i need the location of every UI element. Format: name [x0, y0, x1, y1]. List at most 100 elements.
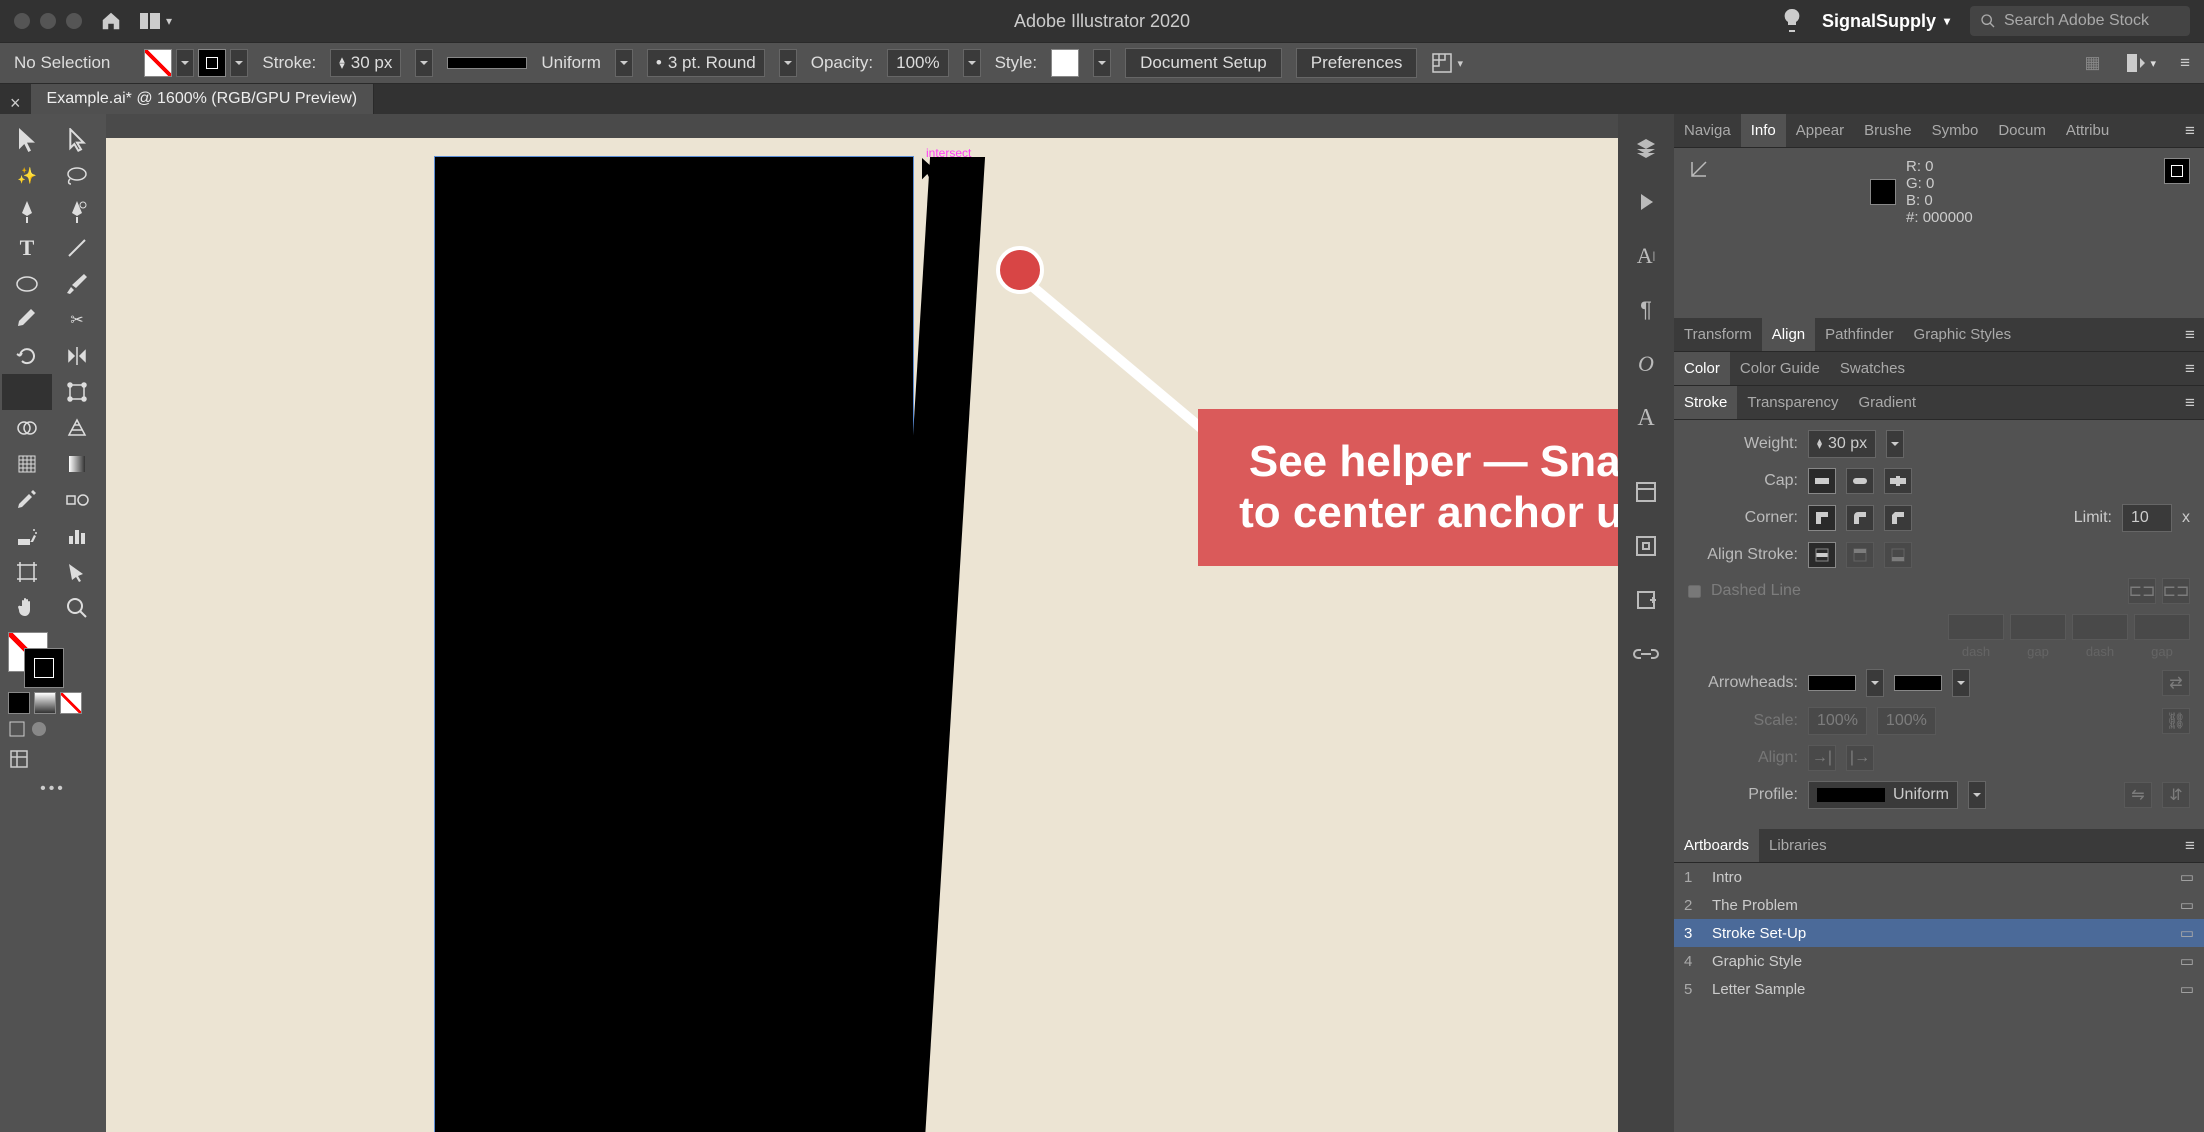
align-stroke-outside-icon[interactable] — [1884, 542, 1912, 568]
character-panel-icon[interactable]: A| — [1630, 240, 1662, 272]
arrange-documents-button[interactable]: ▾ — [140, 13, 172, 29]
stroke-color-dropdown[interactable] — [230, 49, 248, 77]
artboard-options-icon[interactable]: ▭ — [2180, 868, 2194, 886]
stroke-swatch[interactable] — [198, 49, 226, 77]
panel-menu-icon[interactable]: ≡ — [2176, 352, 2204, 385]
panel-tab-attribu[interactable]: Attribu — [2056, 114, 2119, 147]
gap-2-field[interactable] — [2134, 614, 2190, 640]
close-tab-button[interactable]: × — [0, 93, 31, 114]
arrow-start-preview[interactable] — [1808, 675, 1856, 691]
none-mode-icon[interactable] — [60, 692, 82, 714]
stroke-weight-input[interactable]: ▴▾ 30 px — [330, 49, 401, 77]
direct-selection-tool[interactable] — [52, 122, 102, 158]
arrow-align-2-icon[interactable]: |→ — [1846, 745, 1874, 771]
panel-tab-symbo[interactable]: Symbo — [1922, 114, 1989, 147]
slice-tool[interactable] — [52, 554, 102, 590]
align-stroke-inside-icon[interactable] — [1846, 542, 1874, 568]
stock-search-input[interactable]: Search Adobe Stock — [1970, 6, 2190, 36]
close-window-icon[interactable] — [14, 13, 30, 29]
gradient-tool[interactable] — [52, 446, 102, 482]
miter-limit-field[interactable]: 10 — [2122, 504, 2172, 532]
home-icon[interactable] — [100, 10, 122, 32]
fill-swatch[interactable] — [144, 49, 172, 77]
align-to-selector[interactable]: ▾ — [1431, 52, 1463, 74]
paragraph-panel-icon[interactable]: ¶ — [1630, 294, 1662, 326]
stroke-profile-preview[interactable] — [447, 57, 527, 69]
document-setup-button[interactable]: Document Setup — [1125, 48, 1282, 78]
pen-tool[interactable] — [2, 194, 52, 230]
dash-1-field[interactable] — [1948, 614, 2004, 640]
artboard-nav[interactable]: ▾ — [2125, 52, 2157, 74]
type-tool[interactable]: T — [2, 230, 52, 266]
user-menu[interactable]: SignalSupply ▾ — [1822, 11, 1950, 32]
panel-tab-color[interactable]: Color — [1674, 352, 1730, 385]
link-scale-icon[interactable]: ⛓ — [2162, 708, 2190, 734]
artboard-tool[interactable] — [2, 554, 52, 590]
rotate-tool[interactable] — [2, 338, 52, 374]
graphic-style-dropdown[interactable] — [1093, 49, 1111, 77]
panel-menu-icon[interactable]: ≡ — [2176, 318, 2204, 351]
color-mode-icon[interactable] — [8, 692, 30, 714]
panel-tab-pathfinder[interactable]: Pathfinder — [1815, 318, 1903, 351]
links-panel-icon[interactable] — [1630, 638, 1662, 670]
canvas-area[interactable]: intersect See helper — Snap point to cen… — [106, 114, 1618, 1132]
blend-tool[interactable] — [52, 482, 102, 518]
column-graph-tool[interactable] — [52, 518, 102, 554]
align-stroke-center-icon[interactable] — [1808, 542, 1836, 568]
graphic-style-swatch[interactable] — [1051, 49, 1079, 77]
arrow-start-dd[interactable] — [1866, 669, 1884, 697]
magic-wand-tool[interactable]: ✨ — [2, 158, 52, 194]
pencil-tool[interactable] — [2, 302, 52, 338]
pixel-preview-icon[interactable]: ▦ — [2084, 53, 2100, 73]
opentype-panel-icon[interactable]: O — [1630, 348, 1662, 380]
learn-icon[interactable] — [1782, 8, 1802, 34]
css-panel-icon[interactable] — [1630, 476, 1662, 508]
artboard-row[interactable]: 1Intro▭ — [1674, 863, 2204, 891]
stroke-weight-field[interactable]: ▴▾30 px — [1808, 430, 1876, 458]
cap-round-icon[interactable] — [1846, 468, 1874, 494]
perspective-tool[interactable] — [52, 410, 102, 446]
panel-tab-artboards[interactable]: Artboards — [1674, 829, 1759, 862]
cap-projecting-icon[interactable] — [1884, 468, 1912, 494]
swap-arrows-icon[interactable]: ⇄ — [2162, 670, 2190, 696]
fill-dropdown[interactable] — [176, 49, 194, 77]
arrow-end-preview[interactable] — [1894, 675, 1942, 691]
profile-selector[interactable]: Uniform — [1808, 781, 1958, 809]
width-tool[interactable] — [2, 374, 52, 410]
shape-builder-tool[interactable] — [2, 410, 52, 446]
zoom-tool[interactable] — [52, 590, 102, 626]
panel-tab-stroke[interactable]: Stroke — [1674, 386, 1737, 419]
paintbrush-tool[interactable] — [52, 266, 102, 302]
dash-align-2-icon[interactable]: ⊏⊐ — [2162, 578, 2190, 604]
panel-tab-naviga[interactable]: Naviga — [1674, 114, 1741, 147]
panel-menu-icon[interactable]: ≡ — [2176, 386, 2204, 419]
stroke-color[interactable] — [24, 648, 64, 688]
artboard-options-icon[interactable]: ▭ — [2180, 924, 2194, 942]
layers-panel-icon[interactable] — [1630, 132, 1662, 164]
asset-export-panel-icon[interactable] — [1630, 530, 1662, 562]
lasso-tool[interactable] — [52, 158, 102, 194]
gap-1-field[interactable] — [2010, 614, 2066, 640]
panel-tab-transform[interactable]: Transform — [1674, 318, 1762, 351]
corner-miter-icon[interactable] — [1808, 505, 1836, 531]
window-controls[interactable] — [14, 13, 82, 29]
curvature-tool[interactable] — [52, 194, 102, 230]
screen-mode-normal-icon[interactable] — [8, 720, 26, 738]
panel-tab-docum[interactable]: Docum — [1988, 114, 2056, 147]
opacity-input[interactable]: 100% — [887, 49, 948, 77]
flip-across-icon[interactable]: ⇵ — [2162, 782, 2190, 808]
dash-align-1-icon[interactable]: ⊏⊐ — [2128, 578, 2156, 604]
stroke-profile-dropdown[interactable] — [615, 49, 633, 77]
artboard-options-icon[interactable]: ▭ — [2180, 952, 2194, 970]
document-tab[interactable]: Example.ai* @ 1600% (RGB/GPU Preview) — [31, 84, 375, 114]
brush-dropdown[interactable] — [779, 49, 797, 77]
arrow-align-1-icon[interactable]: →| — [1808, 745, 1836, 771]
free-transform-tool[interactable] — [52, 374, 102, 410]
line-tool[interactable] — [52, 230, 102, 266]
gradient-mode-icon[interactable] — [34, 692, 56, 714]
minimize-window-icon[interactable] — [40, 13, 56, 29]
edit-toolbar-button[interactable] — [2, 748, 104, 770]
artboards-panel-icon[interactable] — [1630, 584, 1662, 616]
dash-2-field[interactable] — [2072, 614, 2128, 640]
panel-menu-icon[interactable]: ≡ — [2176, 829, 2204, 862]
